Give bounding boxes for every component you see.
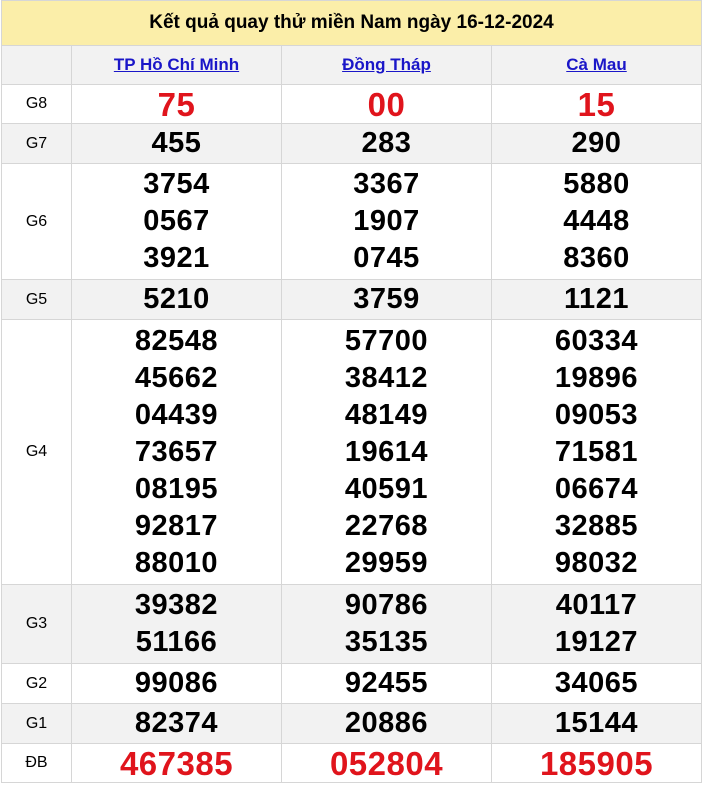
prize-number: 45662 [134, 361, 219, 394]
g4-hcm: 82548 45662 04439 73657 08195 92817 8801… [71, 319, 282, 585]
prize-number: 3754 [143, 168, 210, 200]
prize-number: 455 [151, 127, 202, 159]
prize-number: 3759 [353, 283, 420, 315]
prize-number: 71581 [554, 435, 639, 468]
prize-number: 88010 [134, 546, 219, 579]
province-link-ca-mau[interactable]: Cà Mau [566, 55, 626, 74]
g4-ca-mau: 60334 19896 09053 71581 06674 32885 9803… [491, 319, 702, 585]
prize-number: 29959 [344, 546, 429, 579]
prize-number: 4448 [563, 205, 630, 237]
g8-ca-mau: 15 [491, 84, 702, 124]
prize-number: 57700 [344, 324, 429, 357]
province-header-hcm: TP Hồ Chí Minh [71, 45, 282, 85]
g5-dong-thap: 3759 [281, 279, 492, 320]
prize-number: 08195 [134, 472, 219, 505]
prize-number: 40591 [344, 472, 429, 505]
province-link-hcm[interactable]: TP Hồ Chí Minh [114, 55, 239, 74]
province-header-ca-mau: Cà Mau [491, 45, 702, 85]
prize-number: 0745 [353, 242, 420, 274]
prize-number: 467385 [119, 744, 234, 782]
prize-number: 8360 [563, 242, 630, 274]
prize-number: 40117 [555, 589, 638, 621]
db-dong-thap: 052804 [281, 743, 492, 783]
prize-number: 3367 [353, 168, 420, 200]
prize-label-g5: G5 [1, 279, 72, 320]
province-header-dong-thap: Đồng Tháp [281, 45, 492, 85]
prize-number: 0567 [143, 205, 210, 237]
prize-number: 19896 [554, 361, 639, 394]
g1-ca-mau: 15144 [491, 703, 702, 744]
g1-hcm: 82374 [71, 703, 282, 744]
g6-hcm: 3754 0567 3921 [71, 163, 282, 280]
g3-hcm: 39382 51166 [71, 584, 282, 664]
prize-number: 09053 [554, 398, 639, 431]
prize-label-db: ĐB [1, 743, 72, 783]
prize-number: 39382 [134, 589, 219, 621]
prize-label-g3: G3 [1, 584, 72, 664]
prize-number: 99086 [134, 667, 219, 699]
prize-number: 1121 [564, 283, 629, 315]
g8-hcm: 75 [71, 84, 282, 124]
prize-number: 1907 [353, 205, 420, 237]
db-ca-mau: 185905 [491, 743, 702, 783]
prize-number: 22768 [344, 509, 429, 542]
prize-label-g1: G1 [1, 703, 72, 744]
g2-ca-mau: 34065 [491, 663, 702, 704]
prize-number: 82374 [134, 707, 219, 739]
prize-number: 283 [361, 127, 412, 159]
prize-number: 73657 [134, 435, 219, 468]
g4-dong-thap: 57700 38412 48149 19614 40591 22768 2995… [281, 319, 492, 585]
prize-number: 06674 [554, 472, 639, 505]
g3-ca-mau: 40117 19127 [491, 584, 702, 664]
prize-number: 052804 [329, 744, 444, 782]
db-hcm: 467385 [71, 743, 282, 783]
g8-dong-thap: 00 [281, 84, 492, 124]
prize-number: 92817 [134, 509, 219, 542]
g6-dong-thap: 3367 1907 0745 [281, 163, 492, 280]
g7-dong-thap: 283 [281, 123, 492, 164]
g5-ca-mau: 1121 [491, 279, 702, 320]
prize-number: 19127 [554, 626, 639, 658]
prize-number: 32885 [554, 509, 639, 542]
prize-label-g2: G2 [1, 663, 72, 704]
prize-number: 48149 [344, 398, 429, 431]
province-link-dong-thap[interactable]: Đồng Tháp [342, 55, 431, 74]
g7-ca-mau: 290 [491, 123, 702, 164]
g7-hcm: 455 [71, 123, 282, 164]
g2-dong-thap: 92455 [281, 663, 492, 704]
prize-number: 15 [577, 85, 616, 123]
g5-hcm: 5210 [71, 279, 282, 320]
results-title: Kết quả quay thử miền Nam ngày 16-12-202… [1, 0, 702, 46]
g2-hcm: 99086 [71, 663, 282, 704]
corner-cell [1, 45, 72, 85]
prize-label-g6: G6 [1, 163, 72, 280]
lottery-results-table: Kết quả quay thử miền Nam ngày 16-12-202… [1, 0, 702, 783]
prize-number: 290 [571, 127, 622, 159]
prize-number: 20886 [344, 707, 429, 739]
prize-label-g4: G4 [1, 319, 72, 585]
prize-label-g7: G7 [1, 123, 72, 164]
prize-number: 15144 [554, 707, 639, 739]
prize-number: 19614 [344, 435, 429, 468]
prize-number: 185905 [539, 744, 654, 782]
prize-number: 38412 [344, 361, 429, 394]
prize-number: 3921 [143, 242, 210, 274]
prize-number: 98032 [554, 546, 639, 579]
prize-number: 00 [367, 85, 406, 123]
prize-number: 04439 [134, 398, 219, 431]
prize-number: 90786 [344, 589, 429, 621]
g1-dong-thap: 20886 [281, 703, 492, 744]
prize-number: 60334 [554, 324, 639, 357]
prize-number: 51166 [135, 626, 218, 658]
prize-number: 34065 [554, 667, 639, 699]
prize-number: 82548 [134, 324, 219, 357]
g6-ca-mau: 5880 4448 8360 [491, 163, 702, 280]
prize-label-g8: G8 [1, 84, 72, 124]
prize-number: 75 [157, 85, 196, 123]
prize-number: 92455 [344, 667, 429, 699]
g3-dong-thap: 90786 35135 [281, 584, 492, 664]
prize-number: 5880 [563, 168, 630, 200]
prize-number: 35135 [344, 626, 429, 658]
prize-number: 5210 [143, 283, 210, 315]
